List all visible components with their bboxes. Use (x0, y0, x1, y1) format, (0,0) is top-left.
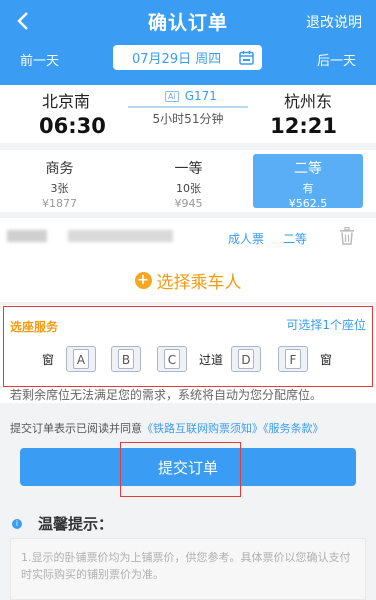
agreement-prefix: 提交订单表示已阅读并同意 (10, 422, 142, 435)
seat-letter: C (164, 349, 180, 369)
seat-class-count: 有 (302, 182, 314, 195)
window-label-right: 窗 (320, 353, 333, 367)
seat-class-count: 3张 (50, 182, 69, 195)
train-info: 北京南 06:30 Ai G171 5小时51分钟 杭州东 12:21 (0, 85, 376, 143)
seat-service-title: 选座服务 (10, 320, 59, 334)
from-station: 北京南 (42, 92, 91, 111)
train-number-text: G171 (184, 89, 217, 103)
highlight-box (120, 442, 241, 497)
seat-class-price: ¥945 (174, 197, 203, 210)
seat-d[interactable]: D (231, 346, 261, 372)
seat-class-business[interactable]: 商务 3张 ¥1877 (7, 154, 112, 210)
plus-icon: + (134, 272, 152, 289)
train-badge: Ai (165, 90, 179, 102)
train-number[interactable]: Ai G171 (165, 89, 217, 103)
calendar-icon (239, 51, 254, 65)
seat-a[interactable]: A (66, 346, 96, 372)
seat-letter: B (118, 349, 134, 369)
date-picker[interactable]: 07月29日 周四 (113, 45, 262, 70)
seat-class-price: ¥1877 (42, 197, 77, 210)
seat-class-second[interactable]: 二等 有 ¥562.5 (253, 154, 363, 210)
seat-c[interactable]: C (157, 346, 187, 372)
date-value: 07月29日 周四 (132, 52, 222, 67)
refund-rules-link[interactable]: 退改说明 (306, 12, 362, 32)
seat-service-tip: 可选择1个座位 (286, 318, 366, 332)
seat-map: 窗 A B C 过道 D F 窗 (0, 346, 376, 374)
tips-content: 1.显示的卧铺票价均为上铺票价，供您参考。具体票价以您确认支付时实际购买的铺别票… (10, 538, 366, 600)
seat-class-name: 一等 (174, 161, 203, 177)
window-label-left: 窗 (42, 353, 55, 367)
agreement-text: 提交订单表示已阅读并同意《铁路互联网购票须知》《服务条款》 (10, 420, 324, 436)
seat-class-count: 10张 (176, 182, 201, 195)
to-station: 杭州东 (283, 92, 332, 111)
seat-letter: F (285, 349, 301, 369)
seat-f[interactable]: F (278, 346, 308, 372)
seat-letter: A (73, 349, 89, 369)
terms-link[interactable]: 《服务条款》 (263, 422, 324, 435)
passenger-name-redacted (7, 230, 47, 242)
purchase-notice-link[interactable]: 《铁路互联网购票须知》 (142, 422, 263, 435)
seat-class-name: 商务 (45, 161, 74, 177)
passenger-id-redacted (68, 230, 173, 242)
seat-class-name: 二等 (294, 161, 322, 177)
prev-day-button[interactable]: 前一天 (20, 50, 59, 69)
arrival-time: 12:21 (270, 114, 337, 138)
seat-letter: D (238, 349, 254, 369)
seat-service-section: 选座服务 可选择1个座位 窗 A B C 过道 D F 窗 若剩余席位无法满足您… (0, 305, 376, 403)
add-passenger-button[interactable]: + 选择乘车人 (0, 268, 376, 293)
next-day-button[interactable]: 后一天 (317, 50, 356, 69)
header-bar: 确认订单 退改说明 前一天 07月29日 周四 后一天 (0, 0, 376, 85)
route-line (128, 106, 248, 108)
seat-class-price: ¥562.5 (288, 197, 328, 210)
info-icon: i (12, 518, 22, 529)
trash-icon[interactable] (340, 227, 354, 245)
seat-b[interactable]: B (111, 346, 141, 372)
aisle-label: 过道 (199, 353, 224, 367)
tips-header: i 温馨提示： (12, 513, 113, 534)
ticket-type-select[interactable]: 成人票 (228, 230, 264, 247)
seat-class-selector: 商务 3张 ¥1877 一等 10张 ¥945 二等 有 ¥562.5 (0, 150, 376, 212)
seat-service-note: 若剩余席位无法满足您的需求，系统将自动为您分配席位。 (10, 388, 323, 402)
passenger-seat-class[interactable]: 二等 (283, 230, 307, 247)
add-passenger-label: 选择乘车人 (156, 273, 242, 293)
tips-title: 温馨提示： (38, 515, 114, 533)
seat-class-first[interactable]: 一等 10张 ¥945 (136, 154, 241, 210)
passenger-section: 成人票 二等 + 选择乘车人 (0, 218, 376, 302)
